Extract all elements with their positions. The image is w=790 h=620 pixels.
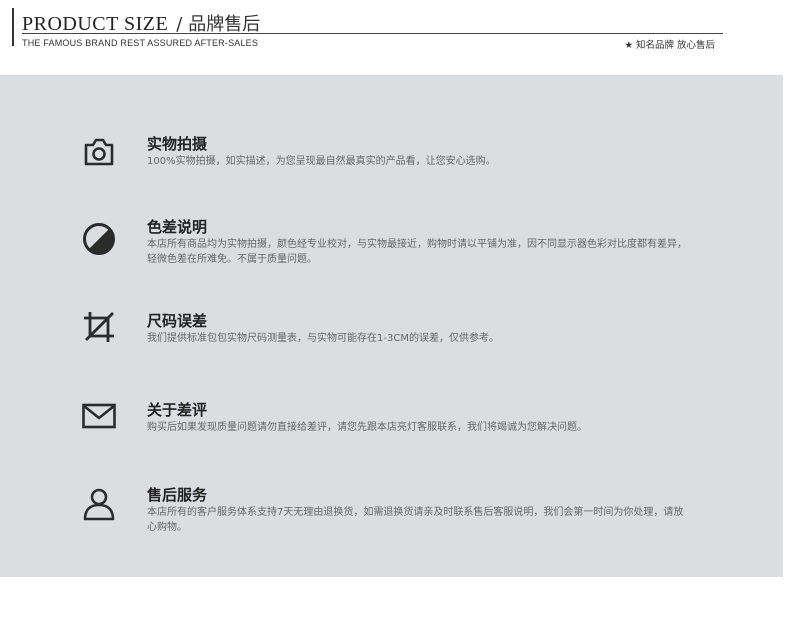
item-title: 售后服务 bbox=[147, 486, 208, 504]
header-horizontal-rule bbox=[22, 33, 723, 34]
item-description: 本店所有商品均为实物拍摄，颜色经专业校对，与实物最接近，购物时请以平铺为准，因不… bbox=[147, 239, 687, 265]
item-description: 购买后如果发现质量问题请勿直接给差评，请您先跟本店亮灯客服联系，我们将竭诚为您解… bbox=[147, 422, 587, 433]
subtitle-english: THE FAMOUS BRAND REST ASSURED AFTER-SALE… bbox=[22, 38, 259, 48]
item-title: 色差说明 bbox=[147, 218, 208, 236]
subtitle-right: ★ 知名品牌 放心售后 bbox=[624, 40, 715, 51]
header-vertical-rule bbox=[12, 8, 14, 46]
item-title: 关于差评 bbox=[147, 401, 208, 419]
user-icon bbox=[80, 485, 118, 523]
title-separator: / bbox=[176, 14, 183, 35]
item-title: 实物拍摄 bbox=[147, 135, 208, 153]
info-panel: 实物拍摄 100%实物拍摄，如实描述，为您呈现最自然最真实的产品看，让您安心选购… bbox=[0, 75, 783, 577]
item-description: 我们提供标准包包实物尺码测量表，与实物可能存在1-3CM的误差，仅供参考。 bbox=[147, 333, 499, 344]
camera-icon bbox=[80, 133, 118, 171]
page-title: PRODUCT SIZE / 品牌售后 bbox=[22, 10, 260, 35]
item-title: 尺码误差 bbox=[147, 312, 208, 330]
page-header: PRODUCT SIZE / 品牌售后 THE FAMOUS BRAND RES… bbox=[0, 0, 790, 60]
item-description: 本店所有的客户服务体系支持7天无理由退换货，如需退换货请亲及时联系售后客服说明，… bbox=[147, 507, 684, 533]
mail-icon bbox=[80, 397, 118, 435]
item-description: 100%实物拍摄，如实描述，为您呈现最自然最真实的产品看，让您安心选购。 bbox=[147, 156, 496, 167]
crop-icon bbox=[80, 308, 118, 346]
contrast-icon bbox=[80, 220, 118, 258]
